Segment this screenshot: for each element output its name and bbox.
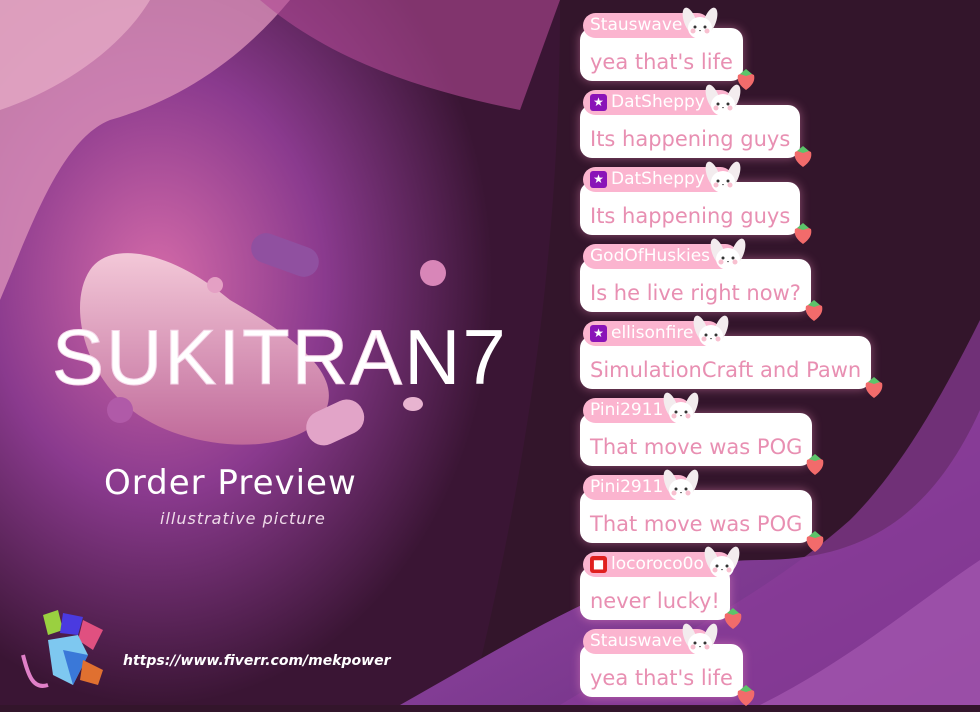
username: Stauswave — [590, 15, 683, 35]
star-icon: ★ — [590, 171, 607, 188]
bunny-icon — [680, 5, 720, 41]
username: DatSheppy — [611, 169, 705, 189]
bunny-icon — [702, 544, 742, 580]
message-text: Is he live right now? — [590, 281, 801, 305]
bunny-icon — [661, 467, 701, 503]
caption: illustrative picture — [160, 509, 326, 528]
message-text: SimulationCraft and Pawn — [590, 358, 862, 382]
bunny-icon — [661, 390, 701, 426]
message-text: Its happening guys — [590, 204, 791, 228]
bunny-icon — [680, 621, 720, 657]
username: GodOfHuskies — [590, 246, 711, 266]
title-solid-part: N7 — [404, 313, 508, 401]
username: Stauswave — [590, 631, 683, 651]
strawberry-icon — [803, 298, 825, 322]
strawberry-icon — [722, 606, 744, 630]
message-text: Its happening guys — [590, 127, 791, 151]
star-icon: ★ — [590, 325, 607, 342]
username: Pini2911 — [590, 477, 664, 497]
title-outline-part: SUKITRA — [51, 313, 405, 401]
video-camera-icon: ■ — [590, 556, 607, 573]
strawberry-icon — [792, 221, 814, 245]
strawberry-icon — [804, 452, 826, 476]
fiverr-link[interactable]: https://www.fiverr.com/mekpower — [123, 653, 391, 669]
order-preview-heading: Order Preview — [104, 463, 357, 503]
bunny-icon — [703, 159, 743, 195]
mek-logo — [21, 610, 103, 688]
message-text: That move was POG — [590, 512, 803, 536]
message-text: That move was POG — [590, 435, 803, 459]
username: locoroco0o — [611, 554, 704, 574]
strawberry-icon — [804, 529, 826, 553]
username: DatSheppy — [611, 92, 705, 112]
star-icon: ★ — [590, 94, 607, 111]
username: Pini2911 — [590, 400, 664, 420]
username: ellisonfire — [611, 323, 694, 343]
message-text: never lucky! — [590, 589, 720, 613]
message-text: yea that's life — [590, 50, 733, 74]
bunny-icon — [691, 313, 731, 349]
strawberry-icon — [792, 144, 814, 168]
strawberry-icon — [735, 683, 757, 707]
stream-title: SUKITRAN7 — [51, 318, 508, 397]
message-text: yea that's life — [590, 666, 733, 690]
bunny-icon — [703, 82, 743, 118]
bunny-icon — [708, 236, 748, 272]
strawberry-icon — [863, 375, 885, 399]
